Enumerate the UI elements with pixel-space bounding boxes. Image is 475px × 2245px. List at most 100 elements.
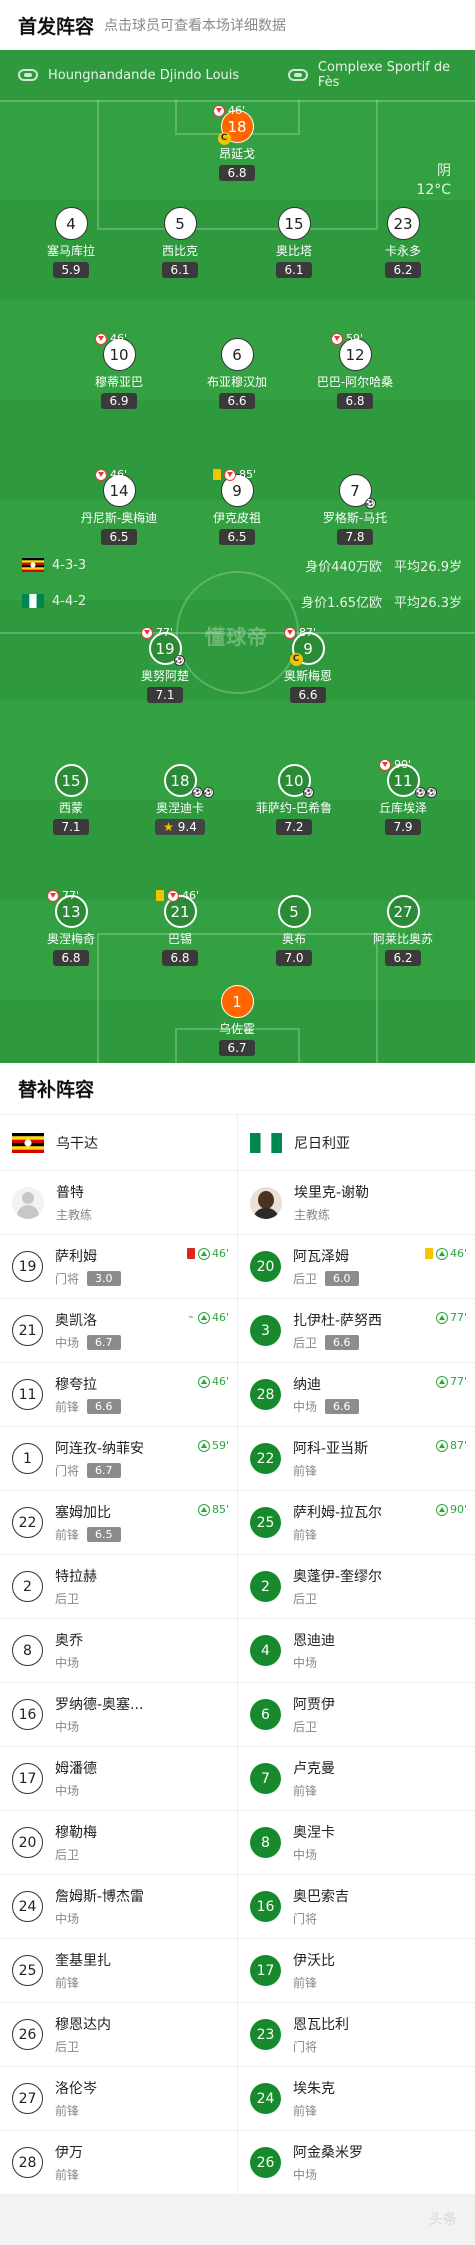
player-rating: 7.2 [276, 819, 312, 835]
bench-player-row[interactable]: 20 阿瓦泽姆 后卫 6.0 46' [238, 1235, 475, 1299]
bench-player-number: 16 [12, 1699, 43, 1730]
assist-icon: ⚽ [414, 787, 426, 798]
sub-out-badge: 87' [284, 626, 316, 639]
sub-in-badge: 59' [197, 1439, 229, 1452]
bench-player-row[interactable]: 28 伊万 前锋 [0, 2131, 237, 2195]
home-formation: 4-3-3 [52, 557, 87, 573]
player-rating: ★ 9.4 [155, 819, 205, 835]
player-rating: 6.5 [101, 529, 137, 545]
player-name: 阿莱比奥苏 [372, 932, 433, 946]
bench-player-name: 特拉赫 [55, 1569, 97, 1585]
bench-player-number: 1 [12, 1443, 43, 1474]
bench-player-number: 28 [12, 2147, 43, 2178]
home-player-cm[interactable]: 6 布亚穆汉加 6.6 [182, 338, 292, 409]
page-title: 首发阵容 [18, 15, 95, 38]
home-player-gk[interactable]: 18 C 46' 昂延戈 6.8 [182, 104, 292, 181]
player-rating: 6.1 [162, 262, 198, 278]
bench-player-row[interactable]: 22 塞姆加比 前锋 6.5 85' [0, 1491, 237, 1555]
bench-player-number: 24 [12, 1891, 43, 1922]
bench-player-row[interactable]: 19 萨利姆 门将 3.0 46' [0, 1235, 237, 1299]
uganda-flag-icon [22, 558, 44, 572]
bench-player-row[interactable]: 17 姆潘德 中场 [0, 1747, 237, 1811]
home-player-rb[interactable]: 23 卡永多 6.2 [348, 207, 458, 278]
bench-player-row[interactable]: 28 纳迪 中场 6.6 77' [238, 1363, 475, 1427]
bench-player-position: 后卫 [293, 1336, 318, 1350]
bench-player-row[interactable]: 17 伊沃比 前锋 [238, 1939, 475, 2003]
bench-player-row[interactable]: 27 洛伦岑 前锋 [0, 2067, 237, 2131]
bench-player-row[interactable]: 21 奥凯洛 中场 6.7 ⌁ 46' [0, 1299, 237, 1363]
home-player-lb[interactable]: 4 塞马库拉 5.9 [16, 207, 126, 278]
player-rating: 7.8 [337, 529, 373, 545]
yellow-card-icon [213, 469, 221, 480]
home-player-rw[interactable]: 7 ⚽ 罗格斯-马托 7.8 [300, 474, 410, 545]
bench-player-number: 26 [12, 2019, 43, 2050]
bench-player-row[interactable]: 23 恩瓦比利 门将 [238, 2003, 475, 2067]
bench-player-row[interactable]: 16 奥巴索吉 门将 [238, 1875, 475, 1939]
away-player-cm2[interactable]: 10 ⚽ 菲萨约-巴希鲁 7.2 [239, 764, 349, 835]
home-player-cb1[interactable]: 5 西比克 6.1 [125, 207, 235, 278]
bench-player-number: 25 [250, 1507, 281, 1538]
bench-player-number: 2 [12, 1571, 43, 1602]
bench-player-row[interactable]: 26 穆恩达内 后卫 [0, 2003, 237, 2067]
player-name: 巴巴-阿尔哈桑 [316, 375, 394, 389]
bench-player-name: 伊万 [55, 2145, 83, 2161]
bench-player-row[interactable]: 2 奥蓬伊-奎缪尔 后卫 [238, 1555, 475, 1619]
home-player-st[interactable]: 9 85' 伊克皮祖 6.5 [182, 468, 292, 545]
bench-player-row[interactable]: 2 特拉赫 后卫 [0, 1555, 237, 1619]
bench-player-row[interactable]: 11 穆夸拉 前锋 6.6 46' [0, 1363, 237, 1427]
player-name: 乌佐霍 [218, 1022, 255, 1036]
bench-player-row[interactable]: 7 卢克曼 前锋 [238, 1747, 475, 1811]
bench-player-name: 罗纳德-奥塞... [55, 1697, 144, 1713]
bench-player-row[interactable]: 24 詹姆斯-博杰雷 中场 [0, 1875, 237, 1939]
bench-player-number: 25 [12, 1955, 43, 1986]
sub-out-badge: 46' [95, 468, 127, 481]
home-player-cb2[interactable]: 15 奥比塔 6.1 [239, 207, 349, 278]
bench-player-row[interactable]: 22 阿科-亚当斯 前锋 87' [238, 1427, 475, 1491]
away-player-cb2[interactable]: 5 奥布 7.0 [239, 895, 349, 966]
home-player-rm[interactable]: 12 59' 巴巴-阿尔哈桑 6.8 [300, 332, 410, 409]
bench-player-row[interactable]: 25 奎基里扎 前锋 [0, 1939, 237, 2003]
bench-player-row[interactable]: 8 奥涅卡 中场 [238, 1811, 475, 1875]
away-player-cm1[interactable]: 18 ⚽ ⚽ 奥涅迪卡 ★ 9.4 [125, 764, 235, 835]
away-player-rb[interactable]: 27 阿莱比奥苏 6.2 [348, 895, 458, 966]
bench-player-row[interactable]: 4 恩迪迪 中场 [238, 1619, 475, 1683]
bench-player-position: 中场 [55, 1912, 80, 1926]
bench-player-number: 19 [12, 1251, 43, 1282]
home-player-lw[interactable]: 14 46' 丹尼斯-奥梅迪 6.5 [64, 468, 174, 545]
bench-player-name: 詹姆斯-博杰雷 [55, 1889, 145, 1905]
away-player-rm[interactable]: 11 ⚽ ⚽ 90' 丘库埃泽 7.9 [348, 758, 458, 835]
home-team-info: 4-3-3 身价440万欧 平均26.9岁 [22, 555, 462, 575]
bench-title: 替补阵容 [0, 1063, 475, 1115]
away-player-st1[interactable]: 19 ⚽ 77' 奥努阿楚 7.1 [110, 626, 220, 703]
away-player-lb[interactable]: 13 77' 奥涅梅奇 6.8 [16, 889, 126, 966]
bench-player-row[interactable]: 8 奥乔 中场 [0, 1619, 237, 1683]
bench-player-row[interactable]: 1 阿连孜-纳菲安 门将 6.7 59' [0, 1427, 237, 1491]
home-player-lm[interactable]: 10 46' 穆蒂亚巴 6.9 [64, 332, 174, 409]
bench-player-row[interactable]: 26 阿金桑米罗 中场 [238, 2131, 475, 2195]
coach-name: 普特 [56, 1185, 84, 1201]
bench-player-row[interactable]: 20 穆勒梅 后卫 [0, 1811, 237, 1875]
sub-in-icon [435, 1247, 448, 1260]
bench-player-name: 萨利姆-拉瓦尔 [293, 1505, 383, 1521]
sub-in-badge: 87' [435, 1439, 467, 1452]
away-player-lm[interactable]: 15 西蒙 7.1 [16, 764, 126, 835]
bench-player-name: 穆勒梅 [55, 1825, 97, 1841]
bench-player-row[interactable]: 16 罗纳德-奥塞... 中场 [0, 1683, 237, 1747]
home-bench: 乌干达 普特 主教练 19 萨利姆 门将 3.0 46' 21 奥凯洛 中场 6.7 ⌁ 46' 11… [0, 1115, 237, 2195]
player-name: 布亚穆汉加 [206, 375, 267, 389]
away-coach[interactable]: 埃里克-谢勒 主教练 [238, 1171, 475, 1235]
weather-condition: 阴 [437, 163, 451, 179]
home-coach[interactable]: 普特 主教练 [0, 1171, 237, 1235]
bench-player-position: 中场 [293, 1848, 318, 1862]
bench-player-number: 24 [250, 2083, 281, 2114]
bench-player-row[interactable]: 24 埃朱克 前锋 [238, 2067, 475, 2131]
bench-player-row[interactable]: 25 萨利姆-拉瓦尔 前锋 90' [238, 1491, 475, 1555]
player-name: 奥涅迪卡 [155, 801, 204, 815]
bench-player-position: 前锋 [55, 2104, 80, 2118]
away-player-gk[interactable]: 1 乌佐霍 6.7 [182, 985, 292, 1056]
bench-player-row[interactable]: 6 阿贾伊 后卫 [238, 1683, 475, 1747]
bench-player-rating: 6.7 [87, 1335, 121, 1350]
bench-player-row[interactable]: 3 扎伊杜-萨努西 后卫 6.6 77' [238, 1299, 475, 1363]
away-player-st2[interactable]: 9C 87' 奥斯梅恩 6.6 [253, 626, 363, 703]
away-player-cb1[interactable]: 21 46' 巴锡 6.8 [125, 889, 235, 966]
